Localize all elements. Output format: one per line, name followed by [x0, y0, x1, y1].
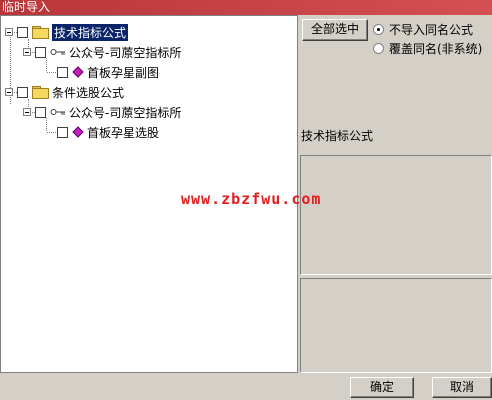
key-icon: [50, 109, 65, 115]
folder-icon: [32, 26, 49, 39]
key-icon: [50, 49, 65, 55]
tree-node-group[interactable]: 条件选股公式: [5, 84, 124, 100]
collapse-toggle[interactable]: [5, 28, 13, 36]
node-checkbox[interactable]: [57, 66, 68, 78]
tree-node-subgroup[interactable]: 公众号-司蒝空指标所: [23, 104, 181, 120]
tree-node-subgroup[interactable]: 公众号-司蒝空指标所: [23, 44, 181, 60]
radio-label: 覆盖同名(非系统): [389, 42, 483, 56]
formula-detail-area: [300, 278, 492, 373]
radio-overwrite-same-name[interactable]: 覆盖同名(非系统): [373, 40, 482, 57]
node-checkbox[interactable]: [35, 46, 46, 58]
radio-skip-same-name[interactable]: 不导入同名公式: [373, 21, 473, 38]
node-checkbox[interactable]: [57, 126, 68, 138]
collapse-toggle[interactable]: [23, 108, 31, 116]
watermark-text: www.zbzfwu.com: [181, 190, 322, 208]
tree-connector: [47, 72, 56, 73]
radio-button[interactable]: [373, 24, 384, 35]
tree-node-label[interactable]: 公众号-司蒝空指标所: [69, 44, 181, 61]
collapse-toggle[interactable]: [23, 48, 31, 56]
ok-button[interactable]: 确定: [350, 377, 414, 398]
tree-node-leaf[interactable]: 首板孕星选股: [57, 124, 159, 140]
node-checkbox[interactable]: [17, 26, 28, 38]
window-title: 临时导入: [0, 0, 492, 15]
tree-node-label[interactable]: 首板孕星副图: [87, 64, 159, 81]
tree-node-label[interactable]: 技术指标公式: [52, 23, 129, 41]
tree-node-label[interactable]: 公众号-司蒝空指标所: [69, 104, 181, 121]
collapse-toggle[interactable]: [5, 88, 13, 96]
cancel-button[interactable]: 取消: [432, 377, 492, 398]
tree-node-group[interactable]: 技术指标公式: [5, 23, 129, 41]
tree-node-leaf[interactable]: 首板孕星副图: [57, 64, 159, 80]
folder-icon: [32, 86, 49, 99]
formula-diamond-icon: [72, 66, 84, 78]
formula-diamond-icon: [72, 126, 84, 138]
radio-button[interactable]: [373, 43, 384, 54]
node-checkbox[interactable]: [17, 86, 28, 98]
formula-description-area: [300, 155, 492, 275]
tree-node-label[interactable]: 条件选股公式: [52, 84, 124, 101]
tree-connector: [47, 132, 56, 133]
formula-type-label: 技术指标公式: [301, 129, 374, 143]
node-checkbox[interactable]: [35, 106, 46, 118]
tree-node-label[interactable]: 首板孕星选股: [87, 124, 159, 141]
radio-label: 不导入同名公式: [389, 23, 474, 37]
select-all-button[interactable]: 全部选中: [302, 19, 368, 41]
